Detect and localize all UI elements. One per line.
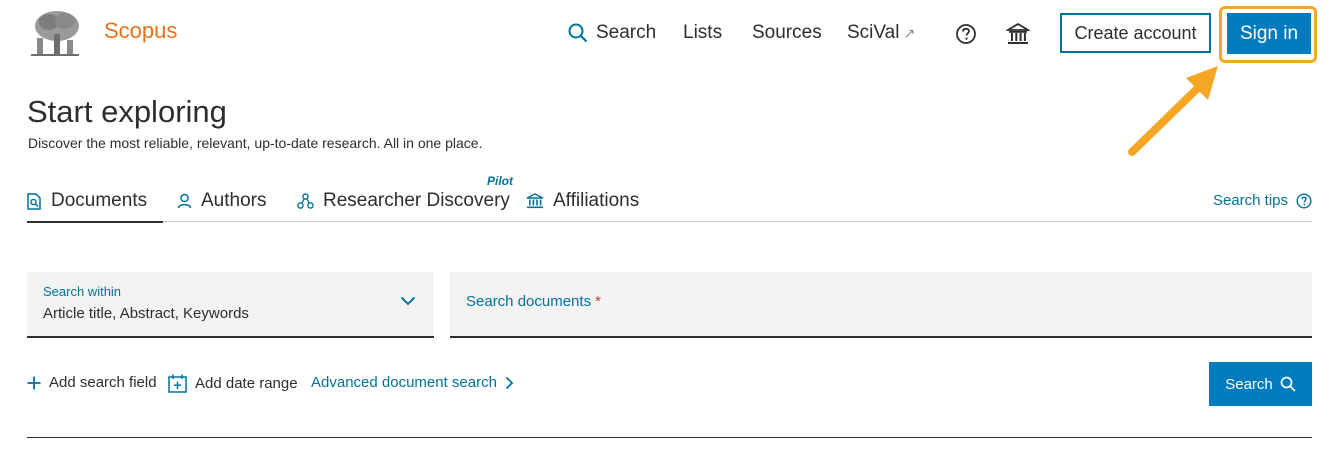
search-documents-placeholder: Search documents bbox=[466, 293, 592, 310]
advanced-document-search-link[interactable]: Advanced document search bbox=[311, 374, 514, 391]
page-subtitle: Discover the most reliable, relevant, up… bbox=[28, 135, 483, 151]
search-within-label: Search within bbox=[43, 284, 122, 299]
sign-in-button[interactable]: Sign in bbox=[1227, 13, 1311, 54]
search-within-select[interactable]: Search within Article title, Abstract, K… bbox=[27, 272, 434, 338]
pilot-badge: Pilot bbox=[487, 174, 513, 188]
help-icon bbox=[1296, 192, 1312, 209]
search-tips-link[interactable]: Search tips bbox=[1213, 192, 1312, 209]
search-icon bbox=[1280, 376, 1296, 392]
search-type-tabs: Documents Authors Researcher Discovery P… bbox=[27, 174, 1312, 223]
page-title: Start exploring bbox=[27, 94, 227, 129]
search-within-value: Article title, Abstract, Keywords bbox=[43, 305, 249, 322]
institution-icon bbox=[526, 193, 544, 209]
tab-authors-label: Authors bbox=[201, 190, 267, 211]
plus-icon bbox=[27, 376, 41, 389]
nav-scival-label: SciVal bbox=[847, 22, 900, 43]
nav-sources[interactable]: Sources bbox=[752, 22, 822, 44]
nav-search[interactable]: Search bbox=[568, 22, 656, 44]
nav-lists[interactable]: Lists bbox=[683, 22, 722, 44]
chevron-down-icon bbox=[400, 296, 416, 306]
add-search-field-label: Add search field bbox=[49, 374, 157, 391]
add-search-field-button[interactable]: Add search field bbox=[27, 374, 157, 391]
section-divider bbox=[27, 437, 1312, 438]
institution-icon[interactable] bbox=[1006, 22, 1030, 46]
elsevier-tree-logo-icon[interactable] bbox=[27, 8, 83, 58]
search-tips-label: Search tips bbox=[1212, 192, 1288, 209]
add-date-range-label: Add date range bbox=[195, 375, 298, 392]
add-date-range-button[interactable]: Add date range bbox=[168, 374, 298, 393]
document-search-icon bbox=[27, 192, 41, 210]
tab-authors[interactable]: Authors bbox=[177, 188, 266, 214]
annotation-arrow-icon bbox=[1128, 66, 1218, 156]
create-account-button[interactable]: Create account bbox=[1060, 13, 1211, 53]
nav-scival[interactable]: SciVal ↗ bbox=[847, 22, 915, 44]
required-marker: * bbox=[595, 293, 601, 310]
tab-documents-label: Documents bbox=[51, 190, 148, 211]
search-button-label: Search bbox=[1225, 375, 1273, 393]
chevron-right-icon bbox=[505, 376, 514, 389]
tab-affiliations[interactable]: Affiliations bbox=[526, 188, 639, 214]
person-icon bbox=[177, 193, 192, 209]
search-documents-input[interactable]: Search documents * bbox=[450, 272, 1312, 338]
tab-researcher-discovery-label: Researcher Discovery bbox=[323, 190, 510, 211]
nav-search-label: Search bbox=[596, 22, 657, 43]
search-documents-label: Search documents * bbox=[466, 293, 601, 310]
help-icon[interactable] bbox=[955, 23, 977, 45]
calendar-plus-icon bbox=[168, 374, 187, 393]
tab-documents[interactable]: Documents bbox=[27, 188, 164, 223]
search-icon bbox=[568, 23, 588, 43]
tab-affiliations-label: Affiliations bbox=[553, 190, 640, 211]
tab-researcher-discovery[interactable]: Researcher Discovery bbox=[297, 188, 510, 214]
scopus-brand[interactable]: Scopus bbox=[104, 18, 177, 44]
external-link-icon: ↗ bbox=[903, 24, 916, 41]
advanced-document-search-label: Advanced document search bbox=[311, 374, 497, 391]
network-icon bbox=[297, 193, 314, 209]
search-button[interactable]: Search bbox=[1209, 362, 1312, 406]
